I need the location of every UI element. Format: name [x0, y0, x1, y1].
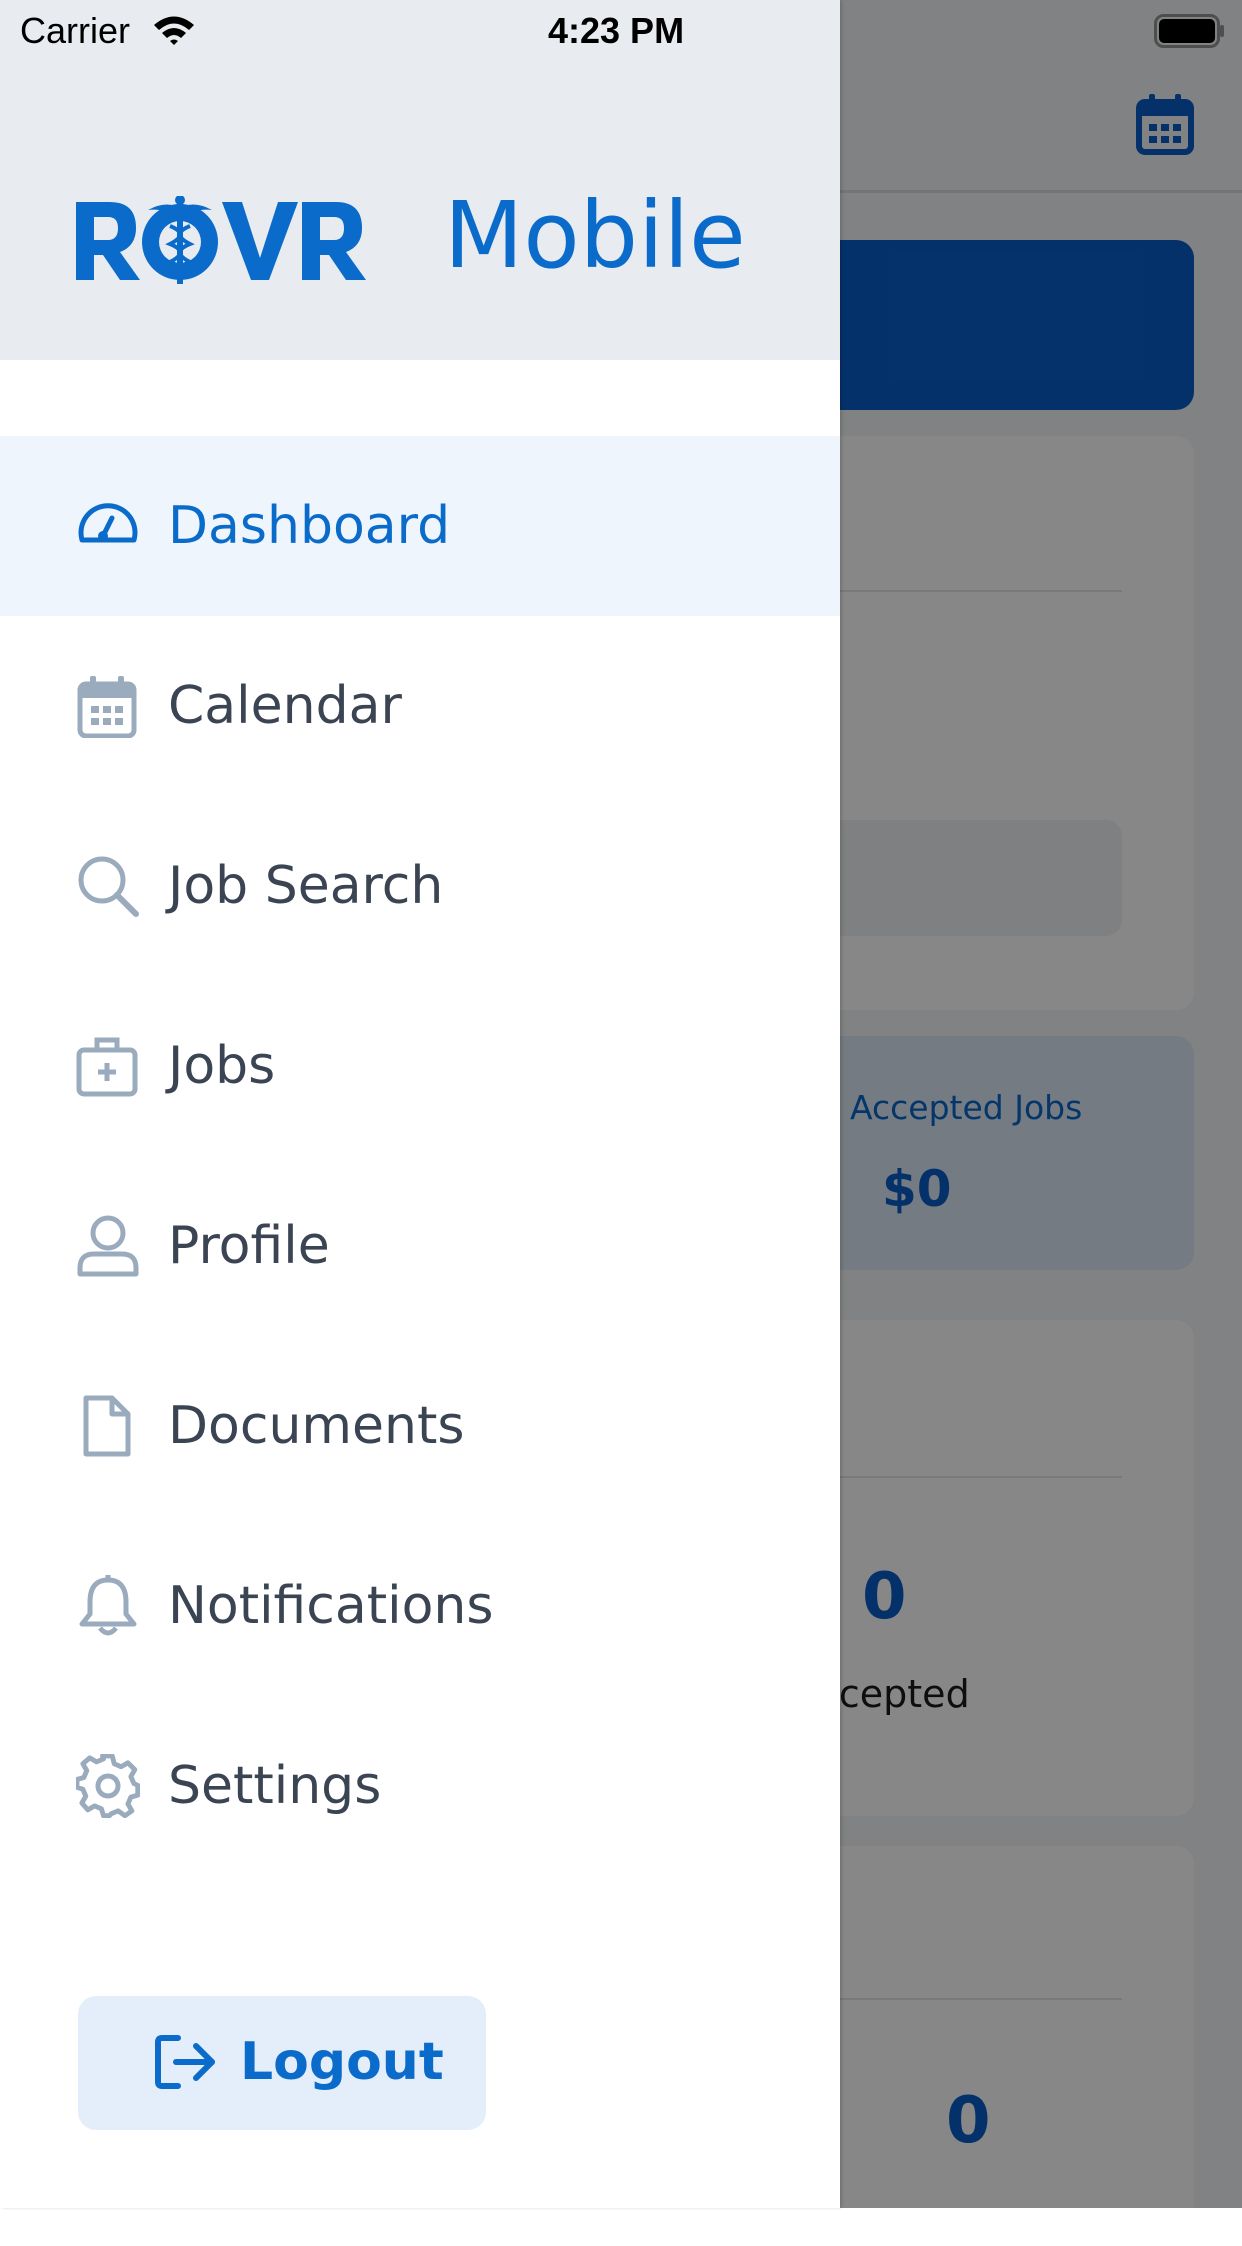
logout-icon: [155, 2035, 215, 2089]
menu-label-jobs: Jobs: [168, 1036, 276, 1096]
menu-label-notifications: Notifications: [168, 1576, 494, 1636]
menu-item-notifications[interactable]: Notifications: [0, 1516, 840, 1696]
clock-time: 4:23 PM: [548, 10, 685, 51]
menu-label-profile: Profile: [168, 1216, 330, 1276]
user-icon: [77, 1215, 139, 1277]
menu-label-dashboard: Dashboard: [168, 496, 451, 556]
wifi-icon: [154, 16, 194, 45]
menu-item-jobs[interactable]: Jobs: [0, 976, 840, 1156]
menu-label-settings: Settings: [168, 1756, 382, 1816]
rovr-logo-mark: [76, 196, 366, 284]
menu-item-dashboard[interactable]: Dashboard: [0, 436, 840, 616]
speedometer-icon: [78, 503, 138, 543]
carrier-label: Carrier: [20, 10, 131, 51]
menu-item-profile[interactable]: Profile: [0, 1156, 840, 1336]
menu-item-documents[interactable]: Documents: [0, 1336, 840, 1516]
menu-label-documents: Documents: [168, 1396, 465, 1456]
rovr-logo: [76, 196, 366, 286]
menu-item-calendar[interactable]: Calendar: [0, 616, 840, 796]
battery-icon: [1154, 14, 1224, 48]
app-subtitle: Mobile: [444, 182, 746, 289]
bell-icon: [79, 1575, 137, 1636]
calendar-icon: [77, 676, 137, 738]
medical-bag-icon: [76, 1037, 138, 1097]
document-icon: [83, 1395, 131, 1457]
menu-item-settings[interactable]: Settings: [0, 1696, 840, 1876]
search-icon: [78, 856, 139, 917]
navigation-drawer: Mobile Dashboard Calendar Job Search Job…: [0, 0, 840, 2208]
menu-label-job-search: Job Search: [168, 856, 444, 916]
status-bar: Carrier 4:23 PM: [0, 0, 1242, 60]
menu-label-calendar: Calendar: [168, 676, 402, 736]
menu-item-job-search[interactable]: Job Search: [0, 796, 840, 976]
gear-icon: [76, 1754, 140, 1818]
logout-button[interactable]: Logout: [78, 1996, 486, 2130]
logout-label: Logout: [240, 2032, 444, 2092]
